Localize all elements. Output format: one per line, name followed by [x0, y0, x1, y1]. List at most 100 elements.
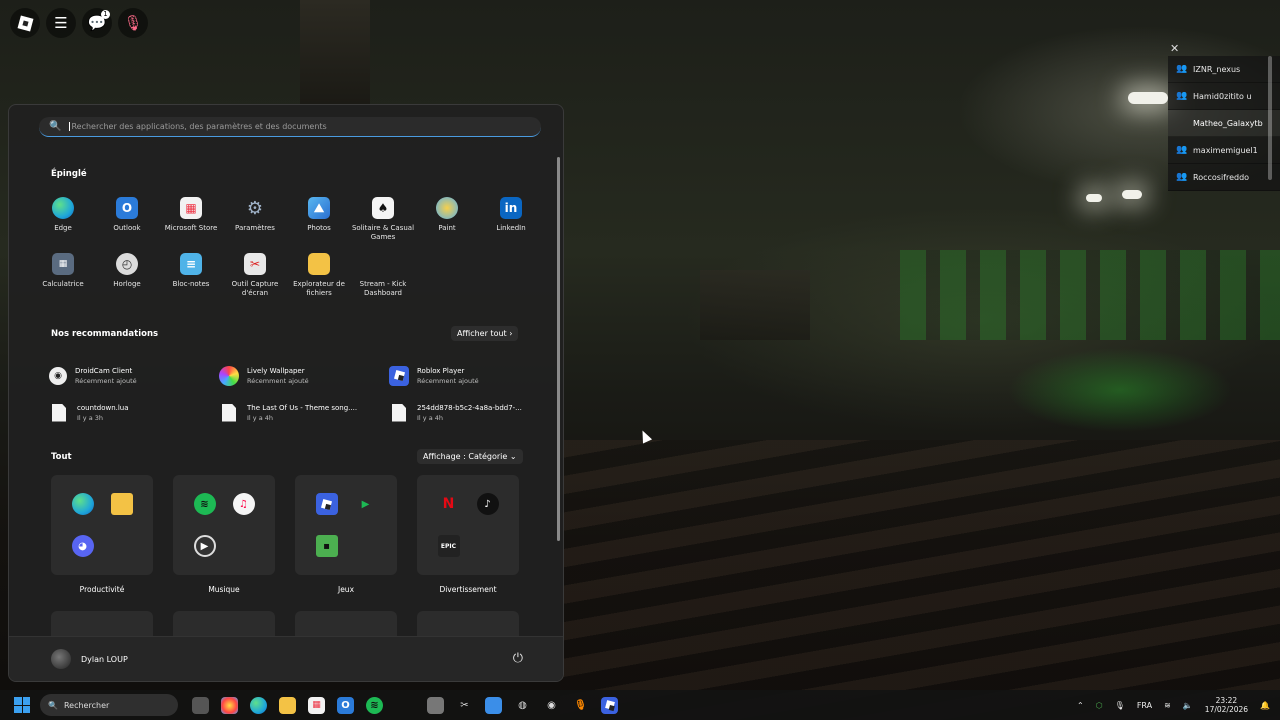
recommendation-item[interactable]: 254dd878-b5c2-4a8a-bdd7-... Il y a 4h — [389, 394, 559, 431]
start-menu-scrollbar[interactable] — [557, 157, 560, 541]
power-icon[interactable]: ⏻ — [513, 651, 523, 666]
taskbar-search[interactable]: 🔍 Rechercher — [40, 694, 178, 716]
file-icon — [49, 403, 69, 423]
player-name: Roccosifreddo — [1193, 172, 1250, 182]
task-view-icon[interactable] — [192, 696, 209, 714]
photos-icon: ⛰ — [308, 197, 330, 219]
start-menu: 🔍 Épinglé Edge OOutlook ▦Microsoft Store… — [8, 104, 564, 682]
mic-button[interactable]: 🎙 — [118, 8, 148, 38]
recommendation-item[interactable]: The Last Of Us - Theme song.... Il y a 4h — [219, 394, 389, 431]
language-indicator[interactable]: FRA — [1137, 701, 1152, 710]
category-music[interactable]: ≋ ♫ ▶ Musique — [173, 475, 275, 594]
folder-icon — [308, 253, 330, 275]
pinned-app-paint[interactable]: Paint — [415, 197, 479, 253]
media-player-icon: ▶ — [193, 535, 216, 557]
pinned-app-edge[interactable]: Edge — [31, 197, 95, 253]
minecraft-icon: ▪ — [315, 535, 338, 557]
friends-icon: 👥 — [1176, 172, 1188, 182]
pinned-app-snipping-tool[interactable]: ✂ Outil Capture d'écran — [223, 253, 287, 309]
droidcam-icon[interactable]: ◉ — [543, 697, 560, 714]
player-list-scrollbar[interactable] — [1268, 56, 1272, 180]
category-entertainment[interactable]: N ♪ EPIC Divertissement — [417, 475, 519, 594]
xbox-icon: ▶ — [361, 498, 370, 510]
friends-icon: 👥 — [1176, 91, 1188, 101]
notification-icon[interactable]: 🔔 — [1260, 701, 1270, 710]
microphone-icon[interactable]: 🎙 — [572, 697, 589, 714]
photos-icon[interactable] — [485, 696, 502, 714]
pinned-app-file-explorer[interactable]: Explorateur de fichiers — [287, 253, 351, 309]
all-apps-title: Tout — [51, 452, 72, 462]
close-icon[interactable]: ✕ — [1168, 42, 1280, 56]
outlook-icon: O — [116, 197, 138, 219]
file-icon — [219, 403, 239, 423]
player-name: IZNR_nexus — [1193, 64, 1241, 74]
tray-app-icon[interactable]: ⬡ — [1096, 701, 1103, 710]
pinned-app-linkedin[interactable]: in LinkedIn — [479, 197, 543, 253]
view-mode-dropdown[interactable]: Affichage : Catégorie ⌄ — [417, 449, 523, 464]
lively-wallpaper-icon — [219, 365, 239, 386]
microphone-icon[interactable]: 🎙 — [1115, 701, 1125, 710]
store-icon: ▦ — [180, 197, 202, 219]
player-row[interactable]: 👥 Hamid0zitito u — [1168, 83, 1280, 110]
hamburger-icon: ☰ — [54, 14, 68, 32]
player-row-self[interactable]: Matheo_Galaxytb — [1168, 110, 1280, 137]
start-search-box[interactable]: 🔍 — [39, 117, 541, 137]
chat-button[interactable]: 💬 1 — [82, 8, 112, 38]
player-row[interactable]: 👥 Roccosifreddo — [1168, 164, 1280, 191]
taskbar-apps-right: ✂ ◍ ◉ 🎙 — [427, 696, 618, 714]
recommendation-item[interactable]: countdown.lua Il y a 3h — [49, 394, 219, 431]
player-name: Hamid0zitito u — [1193, 91, 1252, 101]
category-games[interactable]: ▶ ▪ Jeux — [295, 475, 397, 594]
roblox-menu-button[interactable] — [10, 8, 40, 38]
snipping-tool-icon: ✂ — [244, 253, 266, 275]
roblox-icon — [315, 493, 338, 515]
player-row[interactable]: 👥 maximemiguel1 — [1168, 137, 1280, 164]
droidcam-icon: ◉ — [49, 366, 67, 385]
chat-badge: 1 — [101, 10, 110, 19]
spotify-icon[interactable]: ≋ — [366, 696, 383, 714]
category-grid: ◕ Productivité ≋ ♫ ▶ Musique ▶ ▪ Jeux N … — [51, 475, 519, 594]
avatar[interactable] — [51, 649, 71, 669]
pinned-title: Épinglé — [51, 169, 87, 179]
roblox-icon[interactable] — [601, 696, 618, 714]
recommendation-item[interactable]: Roblox Player Récemment ajouté — [389, 357, 559, 394]
clock[interactable]: 23:22 17/02/2026 — [1205, 696, 1248, 715]
kick-icon — [372, 253, 394, 275]
edge-icon — [71, 493, 94, 515]
hamburger-menu-button[interactable]: ☰ — [46, 8, 76, 38]
outlook-icon[interactable]: O — [337, 696, 354, 714]
pinned-app-calculator[interactable]: ▦ Calculatrice — [31, 253, 95, 309]
edge-icon[interactable] — [250, 696, 267, 714]
microphone-icon: 🎙 — [123, 14, 143, 32]
windows-start-icon[interactable] — [14, 697, 30, 713]
pinned-app-outlook[interactable]: O Outlook — [95, 197, 159, 253]
pinned-app-solitaire[interactable]: ♠ Solitaire & Casual Games — [351, 197, 415, 253]
pinned-app-photos[interactable]: ⛰ Photos — [287, 197, 351, 253]
recommendation-item[interactable]: ◉ DroidCam Client Récemment ajouté — [49, 357, 219, 394]
store-icon[interactable]: ▦ — [308, 696, 325, 714]
category-productivity[interactable]: ◕ Productivité — [51, 475, 153, 594]
chrome-icon[interactable] — [221, 696, 238, 714]
player-row[interactable]: 👥 IZNR_nexus — [1168, 56, 1280, 83]
friends-icon: 👥 — [1176, 145, 1188, 155]
wifi-icon[interactable]: ≋ — [1164, 701, 1171, 710]
pinned-app-microsoft-store[interactable]: ▦ Microsoft Store — [159, 197, 223, 253]
start-search-input[interactable] — [69, 122, 530, 131]
pinned-app-settings[interactable]: ⚙ Paramètres — [223, 197, 287, 253]
pinned-app-notepad[interactable]: ≡ Bloc-notes — [159, 253, 223, 309]
recommendations-grid: ◉ DroidCam Client Récemment ajouté Lively… — [49, 357, 549, 431]
app-icon[interactable] — [427, 696, 444, 714]
folder-icon[interactable] — [279, 696, 296, 714]
pinned-app-kick-dashboard[interactable]: Stream - Kick Dashboard — [351, 253, 415, 309]
pinned-app-clock[interactable]: ◴ Horloge — [95, 253, 159, 309]
snipping-tool-icon[interactable]: ✂ — [456, 697, 473, 714]
show-all-button[interactable]: Afficher tout › — [451, 326, 519, 341]
clock-icon: ◴ — [116, 253, 138, 275]
chevron-up-icon[interactable]: ⌃ — [1077, 701, 1084, 710]
player-name: Matheo_Galaxytb — [1193, 118, 1263, 128]
volume-icon[interactable]: 🔈 — [1183, 701, 1193, 710]
user-name[interactable]: Dylan LOUP — [81, 655, 128, 664]
roblox-icon — [389, 365, 409, 386]
github-desktop-icon[interactable]: ◍ — [514, 697, 531, 714]
recommendation-item[interactable]: Lively Wallpaper Récemment ajouté — [219, 357, 389, 394]
